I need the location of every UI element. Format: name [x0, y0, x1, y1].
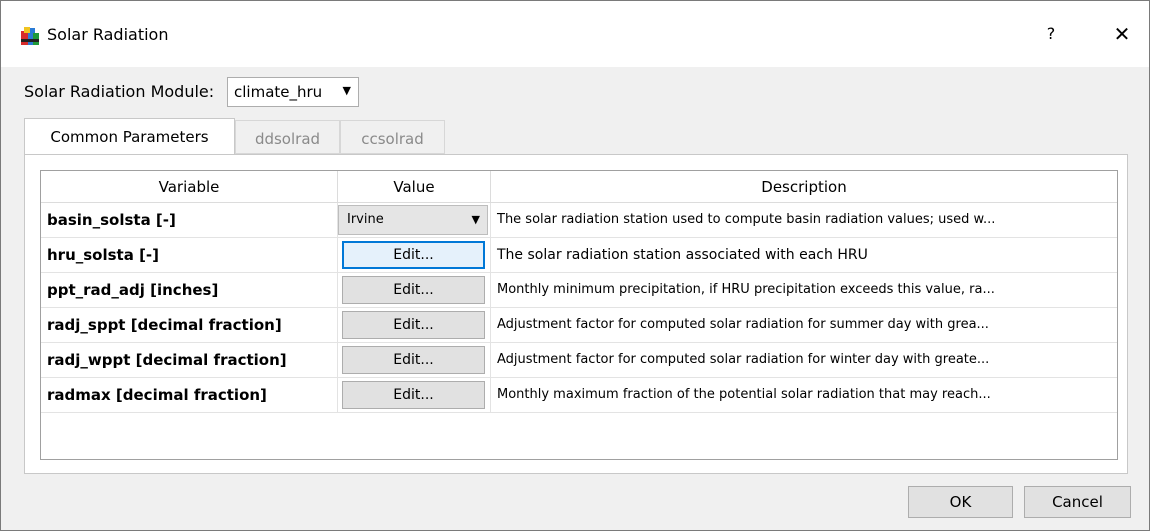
description-cell: Monthly minimum precipitation, if HRU pr…	[497, 282, 995, 297]
value-cell: Irvine ▼	[338, 203, 491, 238]
variable-cell: radj_sppt [decimal fraction]	[41, 308, 338, 343]
value-cell: Edit...	[338, 238, 491, 273]
column-header-description[interactable]: Description	[491, 171, 1117, 203]
edit-button[interactable]: Edit...	[342, 241, 485, 269]
title-bar: Solar Radiation ? ✕	[1, 1, 1149, 67]
description-cell: The solar radiation station used to comp…	[497, 212, 996, 227]
edit-button[interactable]: Edit...	[342, 381, 485, 409]
column-header-value[interactable]: Value	[338, 171, 491, 203]
column-header-variable[interactable]: Variable	[41, 171, 338, 203]
table-row[interactable]: radmax [decimal fraction] Edit... Monthl…	[41, 378, 1117, 413]
variable-cell: radmax [decimal fraction]	[41, 378, 338, 413]
value-cell: Edit...	[338, 308, 491, 343]
dialog-window: Solar Radiation ? ✕ Solar Radiation Modu…	[0, 0, 1150, 531]
cancel-button[interactable]: Cancel	[1024, 486, 1131, 518]
ok-button[interactable]: OK	[908, 486, 1013, 518]
tab-label: Common Parameters	[50, 128, 209, 146]
variable-cell: basin_solsta [-]	[41, 203, 338, 238]
value-cell: Edit...	[338, 273, 491, 308]
close-icon[interactable]: ✕	[1107, 19, 1137, 49]
module-label: Solar Radiation Module:	[24, 82, 215, 101]
edit-button[interactable]: Edit...	[342, 276, 485, 304]
variable-cell: radj_wppt [decimal fraction]	[41, 343, 338, 378]
combobox-value: Irvine	[347, 212, 384, 227]
app-icon	[21, 27, 39, 45]
tab-label: ccsolrad	[361, 130, 424, 148]
table-row[interactable]: ppt_rad_adj [inches] Edit... Monthly min…	[41, 273, 1117, 308]
module-select-value: climate_hru	[234, 83, 323, 101]
value-cell: Edit...	[338, 343, 491, 378]
variable-cell: ppt_rad_adj [inches]	[41, 273, 338, 308]
window-title: Solar Radiation	[47, 25, 169, 44]
variable-cell: hru_solsta [-]	[41, 238, 338, 273]
description-cell: The solar radiation station associated w…	[497, 247, 868, 263]
tab-ddsolrad[interactable]: ddsolrad	[235, 120, 340, 154]
description-cell: Monthly maximum fraction of the potentia…	[497, 387, 991, 402]
value-cell: Edit...	[338, 378, 491, 413]
help-button[interactable]: ?	[1041, 21, 1061, 47]
edit-button[interactable]: Edit...	[342, 346, 485, 374]
table-row[interactable]: hru_solsta [-] Edit... The solar radiati…	[41, 238, 1117, 273]
module-select[interactable]: climate_hru ▼	[227, 77, 359, 107]
description-cell: Adjustment factor for computed solar rad…	[497, 352, 990, 367]
table-row[interactable]: radj_sppt [decimal fraction] Edit... Adj…	[41, 308, 1117, 343]
tab-ccsolrad[interactable]: ccsolrad	[340, 120, 445, 154]
tab-common-parameters[interactable]: Common Parameters	[24, 118, 235, 156]
chevron-down-icon: ▼	[471, 213, 480, 226]
parameters-table: Variable Value Description basin_solsta …	[40, 170, 1118, 460]
chevron-down-icon: ▼	[342, 84, 351, 97]
station-combobox[interactable]: Irvine ▼	[338, 205, 488, 235]
description-cell: Adjustment factor for computed solar rad…	[497, 317, 989, 332]
tab-label: ddsolrad	[254, 130, 321, 148]
table-row[interactable]: radj_wppt [decimal fraction] Edit... Adj…	[41, 343, 1117, 378]
edit-button[interactable]: Edit...	[342, 311, 485, 339]
table-row[interactable]: basin_solsta [-] Irvine ▼ The solar radi…	[41, 203, 1117, 238]
